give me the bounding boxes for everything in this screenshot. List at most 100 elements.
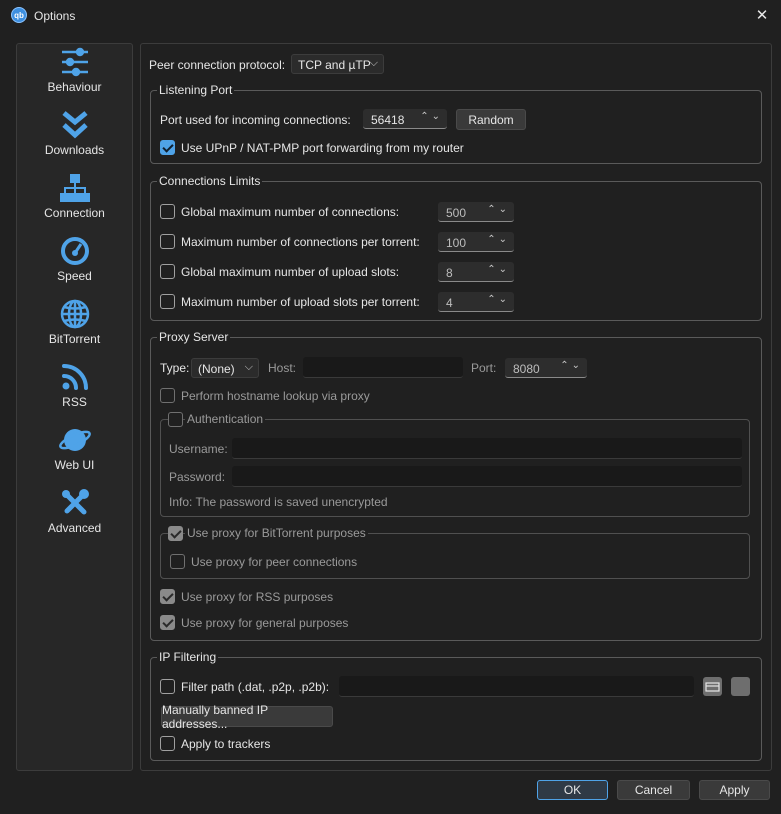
- per-torrent-connections-label: Maximum number of connections per torren…: [181, 235, 420, 249]
- port-value: 56418: [371, 113, 405, 127]
- reload-filter-button[interactable]: [731, 677, 750, 696]
- proxy-type-select[interactable]: (None) ⌵: [191, 358, 259, 378]
- per-torrent-connections-value: 100: [446, 236, 467, 250]
- folder-icon: [705, 682, 720, 692]
- per-torrent-upload-slots-label: Maximum number of upload slots per torre…: [181, 295, 420, 309]
- connection-limits-group: Connections Limits Global maximum number…: [150, 174, 762, 321]
- sidebar-item-bittorrent[interactable]: BitTorrent: [17, 296, 132, 358]
- sidebar-item-label: RSS: [62, 395, 87, 409]
- proxy-port-spinbox[interactable]: 8080 ⌃⌄: [505, 358, 587, 378]
- protocol-value: TCP and µTP: [298, 58, 371, 72]
- username-label: Username:: [169, 442, 228, 456]
- authentication-title: Authentication: [185, 412, 266, 426]
- proxy-type-label: Type:: [160, 361, 190, 375]
- ok-button[interactable]: OK: [537, 780, 608, 800]
- proxy-server-group: Proxy Server Type: (None) ⌵ Host: Port: …: [150, 330, 762, 641]
- proxy-port-value: 8080: [513, 362, 540, 376]
- apply-to-trackers-label: Apply to trackers: [181, 737, 271, 751]
- per-torrent-connections-checkbox[interactable]: [160, 234, 175, 249]
- apply-to-trackers-checkbox[interactable]: [160, 736, 175, 751]
- gauge-icon: [60, 237, 89, 265]
- per-torrent-connections-spinbox[interactable]: 100 ⌃⌄: [438, 232, 514, 252]
- window-title: Options: [34, 9, 76, 23]
- listening-port-title: Listening Port: [157, 83, 235, 97]
- general-proxy-checkbox[interactable]: [160, 615, 175, 630]
- global-upload-slots-checkbox[interactable]: [160, 264, 175, 279]
- filter-path-input[interactable]: [339, 676, 694, 697]
- global-connections-spinbox[interactable]: 500 ⌃⌄: [438, 202, 514, 222]
- sidebar-item-label: Advanced: [47, 521, 102, 535]
- proxy-host-input[interactable]: [303, 357, 463, 378]
- sidebar-item-behaviour[interactable]: Behaviour: [17, 44, 132, 106]
- title-bar: qb Options ✕: [0, 0, 781, 32]
- spin-arrows-icon: ⌃⌄: [420, 111, 443, 122]
- general-proxy-label: Use proxy for general purposes: [181, 616, 349, 630]
- connection-limits-title: Connections Limits: [157, 174, 263, 188]
- proxy-host-label: Host:: [268, 361, 297, 375]
- bittorrent-proxy-checkbox[interactable]: [168, 526, 183, 541]
- sidebar-item-web-ui[interactable]: Web UI: [17, 422, 132, 484]
- filter-path-checkbox[interactable]: [160, 679, 175, 694]
- sidebar-item-label: Web UI: [54, 458, 95, 472]
- upnp-label: Use UPnP / NAT-PMP port forwarding from …: [181, 141, 464, 155]
- random-button[interactable]: Random: [456, 109, 526, 130]
- sidebar-item-downloads[interactable]: Downloads: [17, 107, 132, 169]
- proxy-port-label: Port:: [471, 361, 497, 375]
- upnp-checkbox[interactable]: [160, 140, 175, 155]
- sidebar-item-advanced[interactable]: Advanced: [17, 485, 132, 547]
- peer-connections-checkbox[interactable]: [170, 554, 185, 569]
- protocol-label: Peer connection protocol:: [149, 58, 286, 72]
- port-spinbox[interactable]: 56418 ⌃⌄: [363, 109, 447, 129]
- browse-folder-button[interactable]: [703, 677, 722, 696]
- spin-arrows-icon: ⌃⌄: [560, 360, 583, 371]
- rss-proxy-checkbox[interactable]: [160, 589, 175, 604]
- ip-filtering-group: IP Filtering Filter path (.dat, .p2p, .p…: [150, 650, 762, 761]
- banned-ips-button[interactable]: Manually banned IP addresses...: [161, 703, 333, 731]
- spin-arrows-icon: ⌃⌄: [487, 264, 510, 275]
- protocol-select[interactable]: TCP and µTP ⌵: [291, 54, 384, 74]
- sidebar-item-label: Speed: [57, 269, 92, 283]
- close-button[interactable]: ✕: [751, 4, 773, 26]
- sliders-icon: [61, 47, 88, 77]
- global-connections-checkbox[interactable]: [160, 204, 175, 219]
- sidebar-item-label: Downloads: [44, 143, 105, 157]
- ip-filtering-title: IP Filtering: [157, 650, 219, 664]
- sidebar-item-label: Connection: [44, 206, 105, 220]
- listening-port-group: Listening Port Port used for incoming co…: [150, 83, 762, 164]
- global-connections-label: Global maximum number of connections:: [181, 205, 400, 219]
- bittorrent-proxy-group: Use proxy for BitTorrent purposes Use pr…: [160, 526, 750, 579]
- port-label: Port used for incoming connections:: [160, 113, 351, 127]
- apply-button[interactable]: Apply: [699, 780, 770, 800]
- network-icon: [59, 174, 90, 202]
- global-connections-value: 500: [446, 206, 467, 220]
- cancel-button[interactable]: Cancel: [617, 780, 690, 800]
- per-torrent-upload-slots-checkbox[interactable]: [160, 294, 175, 309]
- bittorrent-proxy-title: Use proxy for BitTorrent purposes: [185, 526, 368, 540]
- hostname-lookup-label: Perform hostname lookup via proxy: [181, 389, 370, 403]
- hostname-lookup-checkbox[interactable]: [160, 388, 175, 403]
- sidebar-item-label: BitTorrent: [48, 332, 101, 346]
- proxy-server-title: Proxy Server: [157, 330, 231, 344]
- authentication-checkbox[interactable]: [168, 412, 183, 427]
- password-label: Password:: [169, 470, 226, 484]
- rss-icon: [61, 364, 88, 390]
- spin-arrows-icon: ⌃⌄: [487, 204, 510, 215]
- tools-icon: [61, 489, 89, 515]
- username-input[interactable]: [232, 438, 742, 459]
- sidebar-item-speed[interactable]: Speed: [17, 233, 132, 295]
- global-upload-slots-spinbox[interactable]: 8 ⌃⌄: [438, 262, 514, 282]
- per-torrent-upload-slots-value: 4: [446, 296, 453, 310]
- password-input[interactable]: [232, 466, 742, 487]
- sidebar-item-label: Behaviour: [47, 80, 102, 94]
- authentication-group: Authentication Username: Password: Info:…: [160, 412, 750, 517]
- close-icon: ✕: [755, 7, 769, 24]
- global-upload-slots-label: Global maximum number of upload slots:: [181, 265, 400, 279]
- sidebar-item-rss[interactable]: RSS: [17, 359, 132, 421]
- password-info-text: Info: The password is saved unencrypted: [169, 495, 388, 509]
- rss-proxy-label: Use proxy for RSS purposes: [181, 590, 334, 604]
- global-upload-slots-value: 8: [446, 266, 453, 280]
- per-torrent-upload-slots-spinbox[interactable]: 4 ⌃⌄: [438, 292, 514, 312]
- qbittorrent-logo-icon: qb: [11, 7, 27, 23]
- sidebar-item-connection[interactable]: Connection: [17, 170, 132, 232]
- double-chevron-down-icon: [61, 111, 88, 139]
